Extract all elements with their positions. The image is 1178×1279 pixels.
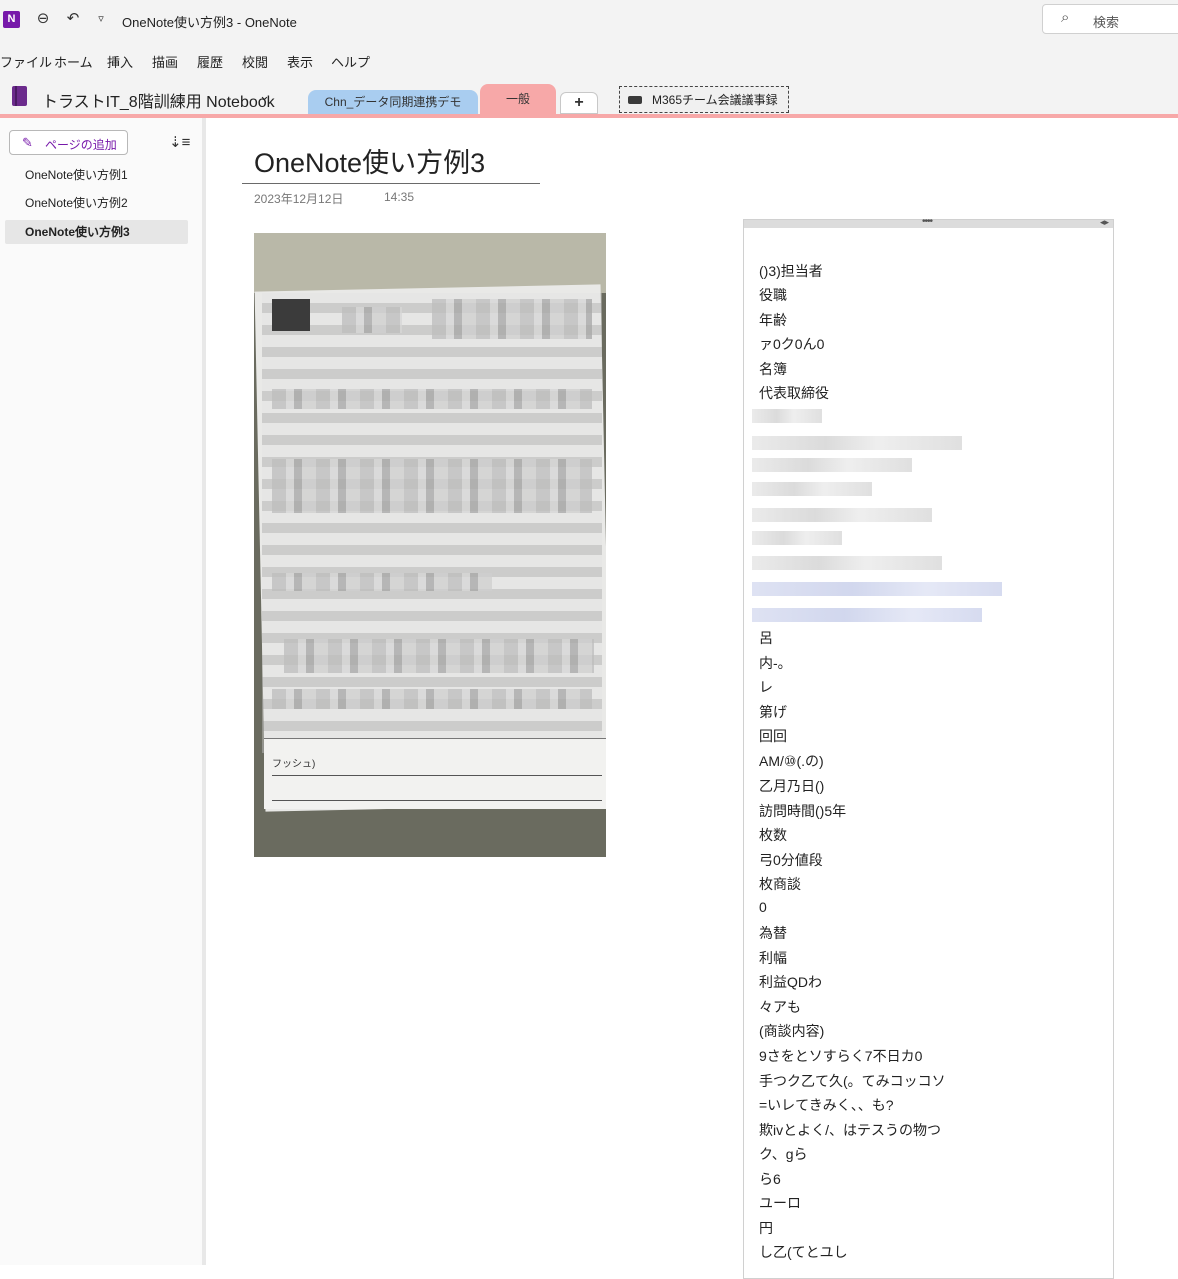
ocr-line[interactable]: AM/⑩(.の) [759, 751, 824, 771]
pane-splitter[interactable] [202, 118, 206, 1265]
ocr-line[interactable]: ら6 [759, 1169, 781, 1189]
redacted-text-row [752, 556, 942, 570]
photo-pixel-block [272, 389, 592, 409]
ocr-line[interactable]: レ [759, 677, 773, 697]
redacted-text-row [752, 482, 872, 496]
redacted-link-row [752, 582, 1002, 596]
ocr-line[interactable]: 第げ [759, 702, 787, 722]
title-bar: N ⊖ ↶ ▿ OneNote使い方例3 - OneNote ⌕ 検索 [0, 0, 1178, 40]
note-container-header[interactable]: •••• ◂▸ [744, 216, 1113, 228]
photo-background [254, 233, 606, 293]
notebook-icon [12, 86, 27, 106]
redacted-text-row [752, 508, 932, 522]
menu-draw[interactable]: 描画 [152, 52, 178, 71]
photo-caption-fragment: フッシュ) [272, 759, 316, 770]
photo-form-footer: フッシュ) [264, 738, 606, 809]
ocr-line[interactable]: 役職 [759, 285, 787, 305]
photo-pixel-block [272, 459, 592, 513]
photo-form-lines [272, 775, 602, 801]
ocr-line[interactable]: 訪問時間()5年 [759, 801, 846, 821]
ocr-line[interactable]: 名簿 [759, 359, 787, 379]
redacted-text-row [752, 409, 822, 423]
ocr-line[interactable]: 乙月乃日() [759, 776, 824, 796]
ocr-line[interactable]: ユーロ [759, 1193, 801, 1213]
ocr-line[interactable]: 円 [759, 1218, 773, 1238]
redacted-text-row [752, 531, 842, 545]
ocr-line[interactable]: 0 [759, 899, 767, 915]
page-item-3-active[interactable]: OneNote使い方例3 [5, 220, 188, 244]
ocr-line[interactable]: 内-。 [759, 653, 792, 673]
ocr-line[interactable]: ()3)担当者 [759, 261, 823, 281]
search-icon: ⌕ [1061, 9, 1070, 26]
section-tab-m365-label: M365チーム会議議事録 [652, 93, 778, 107]
search-input[interactable]: ⌕ 検索 [1042, 4, 1178, 34]
section-tab-chn[interactable]: Chn_データ同期連携デモ [308, 90, 478, 114]
ocr-line[interactable]: 利幅 [759, 948, 787, 968]
menu-insert[interactable]: 挿入 [107, 52, 133, 71]
photo-pixel-block [342, 307, 402, 333]
resize-handle-icon[interactable]: ◂▸ [1100, 217, 1109, 228]
photo-pixelated-area [262, 293, 602, 753]
customize-toolbar-icon[interactable]: ▿ [90, 8, 112, 30]
ocr-line[interactable]: 弓0分値段 [759, 850, 823, 870]
notebook-chevron-down-icon[interactable]: ⌄ [259, 88, 270, 104]
add-page-label: ページの追加 [45, 138, 117, 152]
ocr-line[interactable]: 々アも [759, 997, 801, 1017]
menu-view[interactable]: 表示 [287, 52, 313, 71]
menu-bar: ファイル ホーム 挿入 描画 履歴 校閲 表示 ヘルプ [0, 40, 1178, 80]
page-time: 14:35 [384, 190, 415, 204]
menu-review[interactable]: 校閲 [242, 52, 268, 71]
menu-home[interactable]: ホーム [54, 52, 93, 71]
ocr-line[interactable]: (商談内容) [759, 1021, 824, 1041]
ocr-line[interactable]: =いレてきみく、、も? [759, 1095, 894, 1115]
undo-icon[interactable]: ↶ [62, 8, 84, 30]
document-photo-image[interactable]: フッシュ) [254, 233, 606, 857]
window-title: OneNote使い方例3 - OneNote [122, 15, 297, 30]
ocr-line[interactable]: 為替 [759, 923, 787, 943]
page-item-1[interactable]: OneNote使い方例1 [5, 163, 188, 187]
search-placeholder: 検索 [1093, 15, 1120, 30]
ocr-line[interactable]: ク、gら [759, 1144, 808, 1164]
ocr-line[interactable]: 呂 [759, 628, 773, 648]
section-group-icon [628, 96, 642, 104]
page-date: 2023年12月12日 [254, 192, 344, 206]
ocr-line[interactable]: 年齢 [759, 310, 787, 330]
redacted-text-row [752, 458, 912, 472]
ocr-line[interactable]: 欺ivとよく/、はテスうの物つ [759, 1120, 941, 1140]
notebook-name[interactable]: トラストIT_8階訓練用 Notebook [42, 88, 275, 112]
ocr-line[interactable]: 枚商談 [759, 874, 801, 894]
ocr-line[interactable]: ァ0ク0ん0 [759, 334, 824, 354]
ocr-line[interactable]: 代表取締役 [759, 383, 829, 403]
add-page-button[interactable]: ✎ ページの追加 [9, 130, 128, 155]
redacted-link-row [752, 608, 982, 622]
menu-file[interactable]: ファイル [0, 52, 52, 71]
ocr-line[interactable]: 枚数 [759, 825, 787, 845]
move-handle-icon[interactable]: •••• [922, 216, 933, 227]
back-icon[interactable]: ⊖ [32, 8, 54, 30]
menu-history[interactable]: 履歴 [197, 52, 223, 71]
page-item-2[interactable]: OneNote使い方例2 [5, 191, 188, 215]
ocr-line[interactable]: 利益QDわ [759, 972, 822, 992]
ocr-line[interactable]: 回回 [759, 726, 787, 746]
title-underline [242, 183, 540, 184]
add-section-button[interactable]: + [560, 92, 598, 114]
ocr-line[interactable]: し乙(てとユし [759, 1242, 848, 1262]
menu-help[interactable]: ヘルプ [331, 52, 370, 71]
ocr-line[interactable]: 手つク乙て久(。てみコッコソ [759, 1071, 946, 1091]
redacted-text-row [752, 436, 962, 450]
sort-icon[interactable]: ⇣≡ [169, 133, 190, 151]
ocr-line[interactable]: 9さをとソすらく7不日カ0 [759, 1046, 922, 1066]
add-page-icon: ✎ [22, 135, 33, 150]
photo-pixel-block [284, 639, 594, 673]
onenote-app-icon: N [3, 11, 20, 28]
photo-pixel-block [272, 573, 492, 591]
photo-dark-mark [272, 299, 310, 331]
section-tab-general[interactable]: 一般 [480, 84, 556, 116]
page-list-pane [0, 118, 203, 1265]
photo-pixel-block [272, 689, 592, 709]
page-title[interactable]: OneNote使い方例3 [254, 141, 485, 180]
section-tab-m365[interactable]: M365チーム会議議事録 [619, 86, 789, 113]
photo-pixel-block [432, 299, 592, 339]
